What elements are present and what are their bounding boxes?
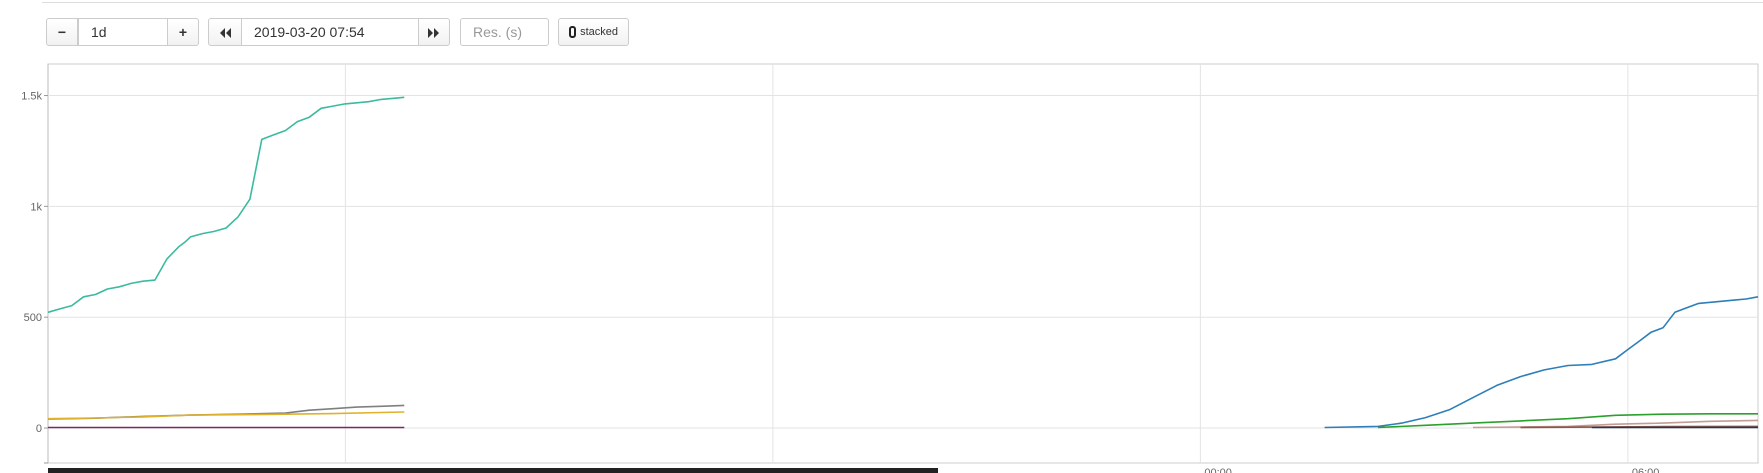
y-tick-label: 0 [36, 423, 42, 435]
graph-chart[interactable]: 05001k1.5k12:0018:0000:0006:00 [0, 0, 1763, 473]
series-line-6 [1377, 412, 1758, 429]
series-line-1 [47, 96, 405, 314]
series-line-2 [47, 404, 405, 420]
series-line-5 [1324, 296, 1759, 429]
y-tick-label: 1.5k [21, 91, 42, 103]
series-line-3 [47, 411, 405, 420]
y-tick-label: 1k [30, 201, 42, 213]
y-tick-label: 500 [24, 312, 42, 324]
x-tick-label: 00:00 [1204, 467, 1232, 473]
horizontal-scrollbar[interactable] [48, 468, 938, 473]
plot-frame [47, 63, 1759, 464]
x-tick-label: 06:00 [1632, 467, 1660, 473]
